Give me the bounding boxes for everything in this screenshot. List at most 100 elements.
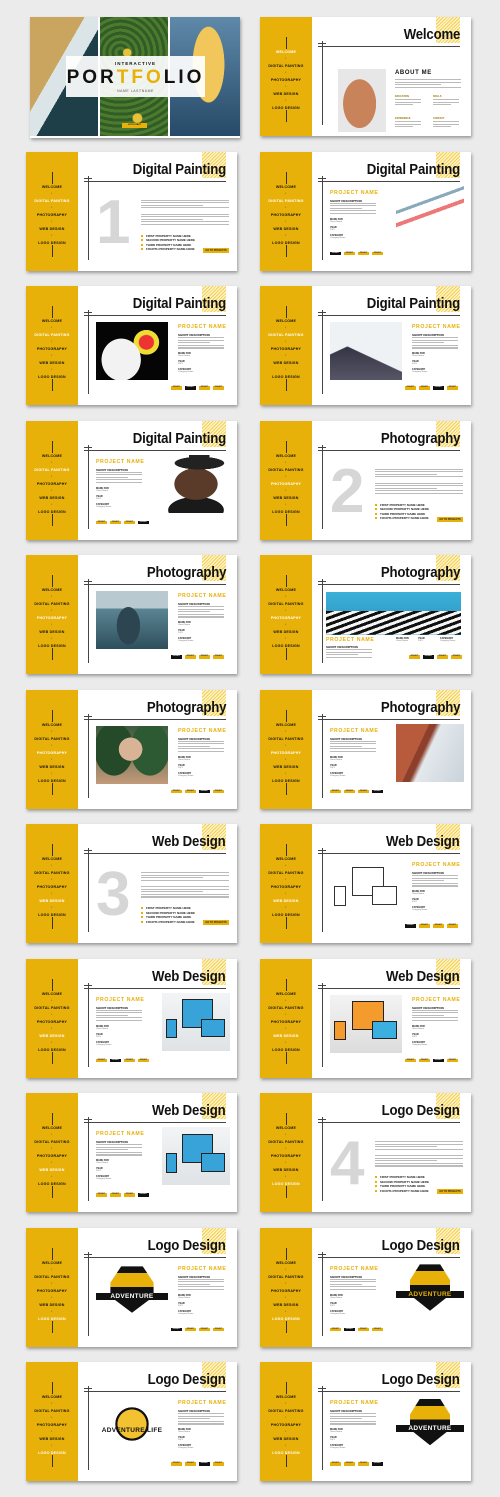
project-tab-button[interactable]: PROJECT bbox=[419, 924, 430, 928]
slide-9[interactable]: WELCOME ↓ DIGITAL PAINTING ↓ PHOTOGRAPHY ↓ WEB… bbox=[26, 555, 237, 674]
project-tab-button[interactable]: PROJECT bbox=[344, 1327, 355, 1331]
nav-item-photography[interactable]: PHOTOGRAPHY bbox=[26, 213, 78, 217]
nav-item-web-design[interactable]: WEB DESIGN bbox=[26, 361, 78, 365]
project-tab-button[interactable]: PROJECT bbox=[110, 1193, 121, 1197]
project-image-devices-blue[interactable] bbox=[162, 1127, 230, 1185]
nav-item-welcome[interactable]: WELCOME bbox=[26, 319, 78, 323]
slide-13[interactable]: WELCOME ↓ DIGITAL PAINTING ↓ PHOTOGRAPHY ↓ WEB… bbox=[26, 824, 237, 943]
nav-item-welcome[interactable]: WELCOME bbox=[26, 1395, 78, 1399]
project-image-mountain-art[interactable] bbox=[330, 322, 402, 380]
nav-item-photography[interactable]: PHOTOGRAPHY bbox=[260, 213, 312, 217]
project-tab-button[interactable]: PROJECT bbox=[110, 520, 121, 524]
slide-7[interactable]: WELCOME ↓ DIGITAL PAINTING ↓ PHOTOGRAPHY ↓ WEB… bbox=[26, 420, 237, 540]
nav-item-logo-design[interactable]: LOGO DESIGN bbox=[26, 913, 78, 917]
project-tab-button[interactable]: PROJECT bbox=[124, 1058, 135, 1062]
nav-item-digital-painting[interactable]: DIGITAL PAINTING bbox=[260, 64, 312, 68]
project-tab-button[interactable]: PROJECT bbox=[330, 789, 341, 793]
project-tab-button[interactable]: PROJECT bbox=[344, 251, 355, 255]
nav-item-logo-design[interactable]: LOGO DESIGN bbox=[26, 375, 78, 379]
lets-start-button[interactable]: LET'S START bbox=[122, 123, 147, 128]
project-tab-button[interactable]: PROJECT bbox=[372, 789, 383, 793]
nav-item-digital-painting[interactable]: DIGITAL PAINTING bbox=[260, 1409, 312, 1413]
nav-item-digital-painting[interactable]: DIGITAL PAINTING bbox=[260, 871, 312, 875]
slide-4[interactable]: WELCOME ↓ DIGITAL PAINTING ↓ PHOTOGRAPHY ↓ WEB… bbox=[260, 151, 471, 271]
nav-item-welcome[interactable]: WELCOME bbox=[26, 185, 78, 189]
project-tab-button[interactable]: PROJECT bbox=[199, 789, 210, 793]
nav-item-logo-design[interactable]: LOGO DESIGN bbox=[260, 510, 312, 514]
project-image-adventure-life[interactable]: ADVENTURE LIFE bbox=[96, 1398, 168, 1456]
slide-19[interactable]: WELCOME ↓ DIGITAL PAINTING ↓ PHOTOGRAPHY ↓ WEB… bbox=[26, 1227, 237, 1347]
project-image-adventure-badge[interactable]: ADVENTURE bbox=[96, 1263, 168, 1322]
project-tab-button[interactable]: PROJECT bbox=[405, 1058, 416, 1062]
nav-item-logo-design[interactable]: LOGO DESIGN bbox=[260, 1317, 312, 1321]
nav-item-web-design[interactable]: WEB DESIGN bbox=[26, 899, 78, 903]
slide-6[interactable]: WELCOME ↓ DIGITAL PAINTING ↓ PHOTOGRAPHY ↓ WEB… bbox=[260, 286, 471, 405]
project-tab-button[interactable]: PROJECT bbox=[405, 924, 416, 928]
project-tab-button[interactable]: PROJECT bbox=[409, 655, 420, 659]
nav-item-digital-painting[interactable]: DIGITAL PAINTING bbox=[26, 737, 78, 741]
nav-item-web-design[interactable]: WEB DESIGN bbox=[26, 1168, 78, 1172]
project-tab-button[interactable]: PROJECT bbox=[185, 1327, 196, 1331]
nav-item-web-design[interactable]: WEB DESIGN bbox=[260, 227, 312, 231]
project-tab-button[interactable]: PROJECT bbox=[185, 655, 196, 659]
nav-item-logo-design[interactable]: LOGO DESIGN bbox=[26, 510, 78, 514]
nav-item-photography[interactable]: PHOTOGRAPHY bbox=[260, 482, 312, 486]
project-tab-button[interactable]: PROJECT bbox=[171, 1462, 182, 1466]
project-tab-button[interactable]: PROJECT bbox=[344, 789, 355, 793]
project-tab-button[interactable]: PROJECT bbox=[358, 1462, 369, 1466]
project-tab-button[interactable]: PROJECT bbox=[358, 1327, 369, 1331]
slide-2[interactable]: WELCOME ↓ DIGITAL PAINTING ↓ PHOTOGRAPHY ↓ WEB… bbox=[260, 17, 471, 136]
nav-item-logo-design[interactable]: LOGO DESIGN bbox=[260, 913, 312, 917]
nav-item-logo-design[interactable]: LOGO DESIGN bbox=[260, 375, 312, 379]
nav-item-photography[interactable]: PHOTOGRAPHY bbox=[26, 616, 78, 620]
nav-item-photography[interactable]: PHOTOGRAPHY bbox=[260, 616, 312, 620]
project-tab-button[interactable]: PROJECT bbox=[185, 1462, 196, 1466]
project-tab-button[interactable]: PROJECT bbox=[451, 655, 462, 659]
go-to-projects-button[interactable]: GO TO PROJECTS bbox=[203, 920, 229, 925]
nav-item-digital-painting[interactable]: DIGITAL PAINTING bbox=[26, 602, 78, 606]
project-tab-button[interactable]: PROJECT bbox=[124, 1193, 135, 1197]
project-image-paint-brushes[interactable] bbox=[396, 185, 464, 244]
project-image-iceberg[interactable] bbox=[96, 591, 168, 649]
project-tab-button[interactable]: PROJECT bbox=[372, 1327, 383, 1331]
slide-1[interactable]: INTERACTIVE PORTFOLIO NAME LASTNAME LET'S S… bbox=[30, 17, 240, 138]
slide-15[interactable]: WELCOME ↓ DIGITAL PAINTING ↓ PHOTOGRAPHY ↓ WEB… bbox=[26, 958, 237, 1078]
nav-item-welcome[interactable]: WELCOME bbox=[26, 588, 78, 592]
project-tab-button[interactable]: PROJECT bbox=[437, 655, 448, 659]
nav-item-logo-design[interactable]: LOGO DESIGN bbox=[26, 1317, 78, 1321]
nav-item-logo-design[interactable]: LOGO DESIGN bbox=[26, 779, 78, 783]
nav-item-welcome[interactable]: WELCOME bbox=[260, 1395, 312, 1399]
project-image-adventure-badge[interactable]: ADVENTURE bbox=[396, 1396, 464, 1454]
nav-item-welcome[interactable]: WELCOME bbox=[26, 992, 78, 996]
nav-item-logo-design[interactable]: LOGO DESIGN bbox=[260, 106, 312, 110]
project-tab-button[interactable]: PROJECT bbox=[96, 1058, 107, 1062]
project-tab-button[interactable]: PROJECT bbox=[330, 1327, 341, 1331]
nav-item-logo-design[interactable]: LOGO DESIGN bbox=[260, 779, 312, 783]
go-to-projects-button[interactable]: GO TO PROJECTS bbox=[437, 516, 463, 522]
nav-item-welcome[interactable]: WELCOME bbox=[260, 454, 312, 458]
project-image-zebra-pool[interactable] bbox=[326, 592, 461, 635]
project-image-dog-top-hat[interactable] bbox=[162, 454, 230, 513]
slide-5[interactable]: WELCOME ↓ DIGITAL PAINTING ↓ PHOTOGRAPHY ↓ WEB… bbox=[26, 286, 237, 405]
slide-22[interactable]: WELCOME ↓ DIGITAL PAINTING ↓ PHOTOGRAPHY ↓ WEB… bbox=[260, 1362, 471, 1481]
nav-item-photography[interactable]: PHOTOGRAPHY bbox=[260, 347, 312, 351]
nav-item-welcome[interactable]: WELCOME bbox=[26, 857, 78, 861]
project-tab-button[interactable]: PROJECT bbox=[185, 386, 196, 390]
nav-item-photography[interactable]: PHOTOGRAPHY bbox=[26, 347, 78, 351]
nav-item-welcome[interactable]: WELCOME bbox=[260, 319, 312, 323]
nav-item-web-design[interactable]: WEB DESIGN bbox=[260, 496, 312, 500]
nav-item-web-design[interactable]: WEB DESIGN bbox=[26, 1303, 78, 1307]
nav-item-photography[interactable]: PHOTOGRAPHY bbox=[26, 751, 78, 755]
nav-item-web-design[interactable]: WEB DESIGN bbox=[260, 1437, 312, 1441]
project-tab-button[interactable]: PROJECT bbox=[138, 520, 149, 524]
nav-item-web-design[interactable]: WEB DESIGN bbox=[260, 630, 312, 634]
nav-item-digital-painting[interactable]: DIGITAL PAINTING bbox=[260, 199, 312, 203]
nav-item-welcome[interactable]: WELCOME bbox=[260, 1261, 312, 1265]
nav-item-web-design[interactable]: WEB DESIGN bbox=[26, 630, 78, 634]
slide-10[interactable]: WELCOME ↓ DIGITAL PAINTING ↓ PHOTOGRAPHY ↓ WEB… bbox=[260, 555, 471, 674]
project-tab-button[interactable]: PROJECT bbox=[358, 251, 369, 255]
project-image-devices-blue[interactable] bbox=[162, 992, 230, 1051]
nav-item-digital-painting[interactable]: DIGITAL PAINTING bbox=[26, 1275, 78, 1279]
project-tab-button[interactable]: PROJECT bbox=[185, 789, 196, 793]
nav-item-web-design[interactable]: WEB DESIGN bbox=[26, 1034, 78, 1038]
